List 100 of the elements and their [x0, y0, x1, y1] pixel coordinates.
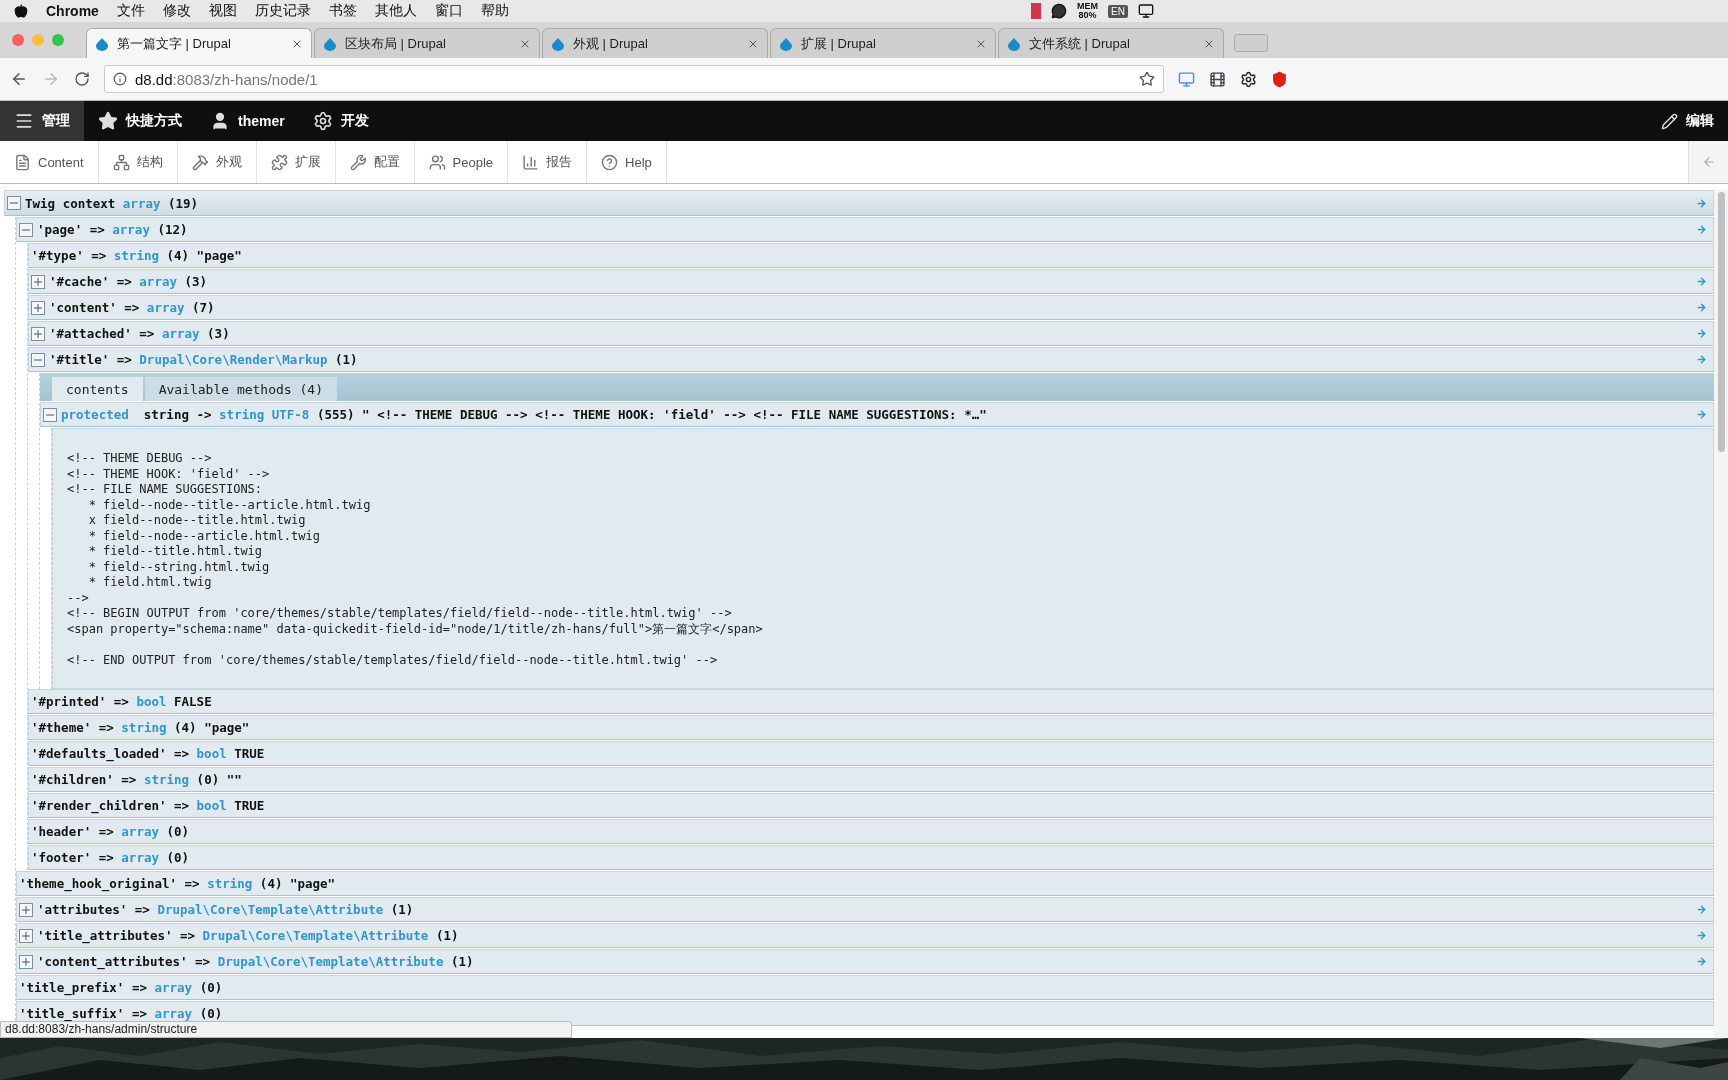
expand-icon[interactable]	[19, 928, 33, 943]
menu-item[interactable]: 其他人	[374, 2, 417, 20]
expand-icon[interactable]	[31, 300, 45, 315]
info-icon[interactable]	[113, 72, 127, 86]
browser-tab[interactable]: 扩展 | Drupal	[770, 28, 996, 58]
tray-item[interactable]: Content	[0, 141, 99, 183]
tree-row[interactable]: '#defaults_loaded' => bool TRUE	[28, 741, 1714, 766]
arrow-icon[interactable]	[1696, 904, 1707, 915]
tree-row[interactable]: 'title_attributes' => Drupal\Core\Template\Attribute (1)	[16, 923, 1714, 948]
menu-item[interactable]: 文件	[116, 2, 145, 20]
collapse-icon[interactable]	[7, 196, 21, 210]
collapse-icon[interactable]	[19, 222, 33, 237]
document-icon	[14, 153, 31, 171]
toolbar-item[interactable]: 开发	[298, 101, 383, 141]
arrow-icon[interactable]	[1696, 409, 1707, 420]
expand-icon[interactable]	[19, 954, 33, 969]
drop-icon	[551, 36, 565, 51]
tree-row[interactable]: 'theme_hook_original' => string (4) "page"	[16, 871, 1714, 896]
tree-row[interactable]: 'page' => array (12)	[16, 217, 1714, 242]
arrow-icon[interactable]	[1696, 354, 1707, 365]
arrow-icon[interactable]	[1696, 276, 1707, 287]
tree-row[interactable]: '#printed' => bool FALSE	[28, 689, 1714, 714]
menu-item[interactable]: 书签	[328, 2, 357, 20]
arrow-icon[interactable]	[1696, 302, 1707, 313]
tree-row[interactable]: '#children' => string (0) ""	[28, 767, 1714, 792]
tray-item[interactable]: 扩展	[256, 141, 336, 183]
tree-row[interactable]: '#attached' => array (3)	[28, 321, 1714, 346]
browser-tab[interactable]: 文件系统 | Drupal	[998, 28, 1224, 58]
edit-button[interactable]: 编辑	[1647, 101, 1728, 141]
tree-row[interactable]: 'content_attributes' => Drupal\Core\Template\Attribute (1)	[16, 949, 1714, 974]
tree-row[interactable]: 'title_prefix' => array (0)	[16, 975, 1714, 1000]
tree-row[interactable]: 'footer' => array (0)	[28, 845, 1714, 870]
menu-item[interactable]: 帮助	[480, 2, 509, 20]
address-field[interactable]: d8.dd:8083/zh-hans/node/1	[104, 65, 1164, 93]
toolbar-item[interactable]: 快捷方式	[84, 101, 196, 141]
variable-text: 'title_prefix' => array (0)	[19, 980, 224, 995]
tree-row[interactable]: '#title' => Drupal\Core\Render\Markup (1)	[28, 347, 1714, 372]
monitor-icon[interactable]	[1138, 3, 1154, 19]
help-icon	[601, 153, 619, 171]
people-icon	[428, 153, 446, 171]
tree-row[interactable]: '#render_children' => bool TRUE	[28, 793, 1714, 818]
tray-item[interactable]: People	[414, 141, 509, 183]
gear-icon[interactable]	[1240, 70, 1257, 88]
chat-icon[interactable]	[1051, 3, 1068, 19]
shield-icon[interactable]	[1271, 70, 1288, 88]
menu-icon	[14, 111, 34, 131]
variable-text: 'content' => array (7)	[49, 300, 216, 315]
forward-icon[interactable]	[42, 70, 60, 88]
bookmark-star-icon[interactable]	[1139, 71, 1155, 87]
reload-icon[interactable]	[74, 71, 90, 87]
expand-icon[interactable]	[31, 326, 45, 341]
apple-icon[interactable]	[14, 4, 28, 18]
menu-item[interactable]: 视图	[208, 2, 237, 20]
expand-icon[interactable]	[19, 902, 33, 917]
menu-item[interactable]: 修改	[162, 2, 191, 20]
wrench-icon	[349, 153, 367, 171]
scrollbar-thumb[interactable]	[1717, 192, 1725, 452]
back-icon[interactable]	[10, 70, 28, 88]
menu-item[interactable]: 历史记录	[254, 2, 311, 20]
variable-text: '#type' => string (4) "page"	[31, 248, 243, 263]
hammer-icon	[191, 153, 209, 171]
browser-tab[interactable]: 外观 | Drupal	[542, 28, 768, 58]
tray-item[interactable]: Help	[587, 141, 667, 183]
tray-item[interactable]: 结构	[98, 141, 178, 183]
tree-row[interactable]: 'attributes' => Drupal\Core\Template\Attribute (1)	[16, 897, 1714, 922]
code-block: <!-- THEME DEBUG --> <!-- THEME HOOK: 'field' --> <!-- FILE NAME SUGGESTIONS: * field--node--title--article.html.twig x field--node--title.html.twig * field--node--article.html.twig * field--title.html.twig * field--string.html.twig * field.html.twig --> <!-- BEGIN OUTPUT from 'core/themes/stable/templates/field/field--node--title.html.twig' --> <span property="schema:name" data-quickedit-field-id="node/1/title/zh-hans/full">第一篇文字</span> <!-- END OUTPUT from 'core/themes/stable/templates/field/field--node--title.html.twig' -->	[52, 428, 1714, 689]
tray-item[interactable]: 报告	[508, 141, 588, 183]
tray-item[interactable]: 配置	[335, 141, 415, 183]
arrow-icon[interactable]	[1696, 956, 1707, 967]
toolbar-item[interactable]: 管理	[0, 101, 84, 141]
tab[interactable]: Available methods (4)	[144, 377, 337, 401]
star-icon	[98, 111, 118, 131]
tree-row[interactable]: '#type' => string (4) "page"	[28, 243, 1714, 268]
browser-tab[interactable]: 区块布局 | Drupal	[314, 28, 540, 58]
arrow-icon[interactable]	[1696, 224, 1707, 235]
tree-row[interactable]: '#theme' => string (4) "page"	[28, 715, 1714, 740]
tray-item[interactable]: 外观	[177, 141, 257, 183]
memory-indicator[interactable]: MEM 80%	[1077, 2, 1099, 20]
input-source[interactable]: EN	[1108, 4, 1128, 18]
arrow-icon[interactable]	[1696, 197, 1707, 209]
tree-row[interactable]: '#cache' => array (3)	[28, 269, 1714, 294]
tree-row[interactable]: 'content' => array (7)	[28, 295, 1714, 320]
screen-icon[interactable]	[1178, 70, 1195, 88]
collapse-icon[interactable]	[31, 352, 45, 367]
film-icon[interactable]	[1209, 70, 1226, 88]
collapse-icon[interactable]	[43, 407, 57, 422]
menu-item[interactable]: 窗口	[434, 2, 463, 20]
tree-row[interactable]: Twig context array (19)	[4, 190, 1714, 216]
arrow-icon[interactable]	[1696, 328, 1707, 339]
tab[interactable]: contents	[52, 377, 143, 401]
variable-text: 'title_suffix' => array (0)	[19, 1006, 224, 1021]
tree-row[interactable]: protected string -> string UTF-8 (555) " <!-- THEME DEBUG --> <!-- THEME HOOK: 'field' --> <!-- FILE NAME SUGGESTIONS: *…"	[40, 402, 1714, 427]
tree-row[interactable]: 'header' => array (0)	[28, 819, 1714, 844]
expand-icon[interactable]	[31, 274, 45, 289]
bar-chart-icon	[522, 153, 540, 171]
menu-item[interactable]: Chrome	[46, 3, 99, 19]
gear-icon	[312, 111, 333, 131]
toolbar-item[interactable]: themer	[196, 101, 299, 141]
browser-tab[interactable]: 第一篇文字 | Drupal	[86, 28, 312, 58]
arrow-icon[interactable]	[1696, 930, 1707, 941]
